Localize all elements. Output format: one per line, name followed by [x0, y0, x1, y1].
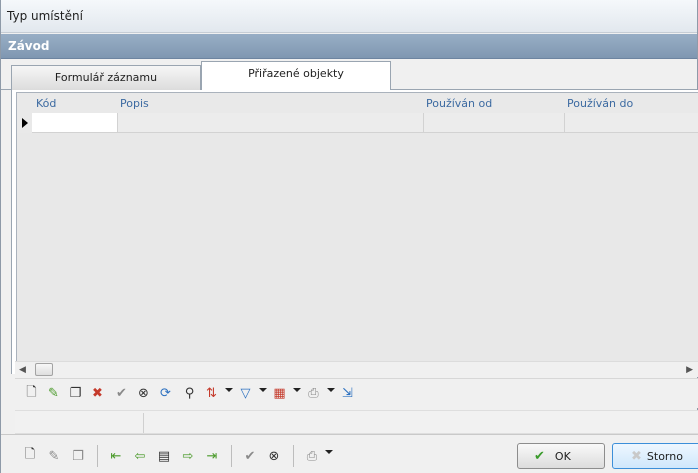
record-detail-icon[interactable]: ▤	[155, 447, 173, 465]
ok-button-label: OK	[554, 449, 571, 463]
column-header-used-from[interactable]: Používán od	[426, 97, 492, 110]
last-record-icon[interactable]: ⇥	[203, 447, 221, 465]
cell-used-from[interactable]	[424, 113, 565, 133]
columns-icon[interactable]: ▦	[271, 385, 288, 402]
column-header-description[interactable]: Popis	[120, 97, 149, 110]
assigned-objects-panel: Kód Popis Používán od Používán do	[11, 90, 698, 374]
cancel-button[interactable]: ✖ Storno	[612, 443, 698, 469]
scroll-right-icon[interactable]: ▶	[686, 365, 693, 375]
print-icon[interactable]: ⎙	[305, 385, 322, 402]
toolbar-divider	[231, 445, 232, 467]
toolbar-divider	[293, 445, 294, 467]
cell-code[interactable]	[32, 113, 118, 133]
row-selector[interactable]	[17, 113, 32, 133]
cell-description[interactable]	[118, 113, 424, 133]
close-icon: ✖	[631, 448, 642, 464]
horizontal-scrollbar[interactable]: ◀ ▶	[15, 361, 698, 377]
filter-icon[interactable]: ▽	[237, 385, 254, 402]
confirm-icon[interactable]: ✔	[113, 385, 130, 402]
status-divider	[143, 413, 144, 433]
copy-record-icon[interactable]: ❐	[67, 385, 84, 402]
column-header-code[interactable]: Kód	[36, 97, 56, 110]
delete-icon[interactable]: ❐	[69, 447, 87, 465]
section-header: Závod	[1, 34, 697, 59]
tab-record-form[interactable]: Formulář záznamu	[11, 65, 201, 90]
column-header-used-to[interactable]: Používán do	[567, 97, 633, 110]
tab-strip: Formulář záznamu Přiřazené objekty	[1, 60, 697, 91]
tab-assigned-objects[interactable]: Přiřazené objekty	[201, 61, 391, 91]
grid-header: Kód Popis Používán od Používán do	[17, 93, 698, 113]
confirm-icon[interactable]: ✔	[241, 447, 259, 465]
dialog-window: Typ umístění Závod Formulář záznamu Přiř…	[0, 0, 698, 473]
grid-toolbar: 🗋 ✎ ❐ ✖ ✔ ⊗ ⟳ ⚲ ⇅ ▽ ▦ ⎙ ⇲	[15, 378, 698, 408]
section-title: Závod	[8, 39, 50, 53]
title-bar: Typ umístění	[1, 0, 697, 33]
cell-used-to[interactable]	[565, 113, 698, 133]
new-record-icon[interactable]: 🗋	[23, 385, 40, 402]
window-title: Typ umístění	[7, 9, 83, 23]
print-dropdown-icon[interactable]	[327, 388, 335, 392]
data-grid[interactable]: Kód Popis Používán od Používán do	[16, 92, 698, 370]
cancel-icon[interactable]: ⊗	[135, 385, 152, 402]
first-record-icon[interactable]: ⇤	[107, 447, 125, 465]
scroll-thumb[interactable]	[35, 363, 53, 376]
columns-dropdown-icon[interactable]	[293, 388, 301, 392]
checkmark-icon: ✔	[534, 448, 545, 464]
edit-icon[interactable]: ✎	[45, 447, 63, 465]
filter-dropdown-icon[interactable]	[259, 388, 267, 392]
previous-record-icon[interactable]: ⇦	[131, 447, 149, 465]
current-row-icon	[22, 118, 28, 128]
next-record-icon[interactable]: ⇨	[179, 447, 197, 465]
cancel-button-label: Storno	[646, 449, 683, 463]
print-dropdown-icon[interactable]	[325, 450, 333, 454]
new-icon[interactable]: 🗋	[21, 447, 39, 465]
cancel-icon[interactable]: ⊗	[265, 447, 283, 465]
edit-record-icon[interactable]: ✎	[45, 385, 62, 402]
toolbar-divider	[97, 445, 98, 467]
record-toolbar: 🗋 ✎ ❐ ⇤ ⇦ ▤ ⇨ ⇥ ✔ ⊗ ⎙ ✔ OK ✖ Storno	[1, 434, 698, 473]
sort-dropdown-icon[interactable]	[225, 388, 233, 392]
sort-icon[interactable]: ⇅	[203, 385, 220, 402]
ok-button[interactable]: ✔ OK	[517, 443, 605, 469]
export-icon[interactable]: ⇲	[339, 385, 356, 402]
refresh-icon[interactable]: ⟳	[157, 385, 174, 402]
table-row[interactable]	[17, 113, 698, 133]
print-icon[interactable]: ⎙	[303, 447, 321, 465]
delete-record-icon[interactable]: ✖	[89, 385, 106, 402]
scroll-left-icon[interactable]: ◀	[19, 365, 26, 375]
find-icon[interactable]: ⚲	[181, 385, 198, 402]
status-bar	[15, 410, 698, 434]
